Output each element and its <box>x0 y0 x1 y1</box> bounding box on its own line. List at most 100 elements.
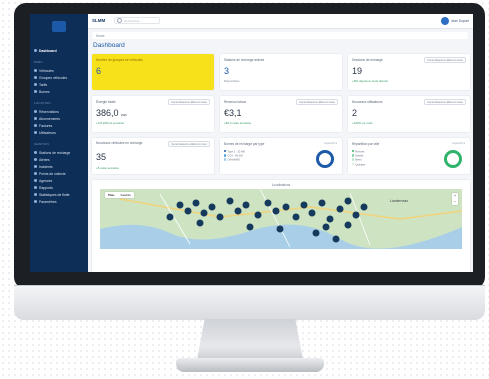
search-input[interactable]: Rechercher... <box>114 17 160 24</box>
sidebar-item-factures[interactable]: Factures <box>34 123 52 128</box>
card-vehicle-groups[interactable]: Nombre de groupes de véhicules 6 <box>92 54 214 90</box>
card-value: 386,0 kWh <box>96 108 127 118</box>
breadcrumb: Home <box>92 32 468 39</box>
card-subtext: Disponibles <box>224 79 240 83</box>
sidebar-item-statistiques[interactable]: Statistiques de flotte <box>34 192 70 197</box>
sidebar-item-groupes[interactable]: Groupes véhicules <box>34 75 67 80</box>
sidebar-item-alertes[interactable]: Alertes <box>34 157 50 162</box>
card-subtext: +3,8 kWh la semaine <box>96 121 125 125</box>
card-new-vehicles[interactable]: Nouveaux véhicules en recharge Cumul dep… <box>92 138 214 174</box>
map-zoom-control: + − <box>452 193 458 205</box>
car-icon <box>34 69 37 72</box>
gear-icon <box>34 200 37 203</box>
donut-legend: Rennes Nantes Brest Quimper <box>352 150 365 167</box>
card-subtext: +8% depuis le mois dernier <box>352 79 389 83</box>
card-active-stations[interactable]: Stations de recharge actives 3 Disponibl… <box>220 54 342 90</box>
monitor-chin <box>14 285 485 320</box>
monitor-screen: Dashboard PARC Véhicules Groupes véhicul… <box>30 14 473 272</box>
group-icon <box>34 76 37 79</box>
sidebar-item-vehicules[interactable]: Véhicules <box>34 68 54 73</box>
chart-icon <box>34 193 37 196</box>
bell-icon <box>34 158 37 161</box>
sidebar-item-reservations[interactable]: Réservations <box>34 109 59 114</box>
card-icon <box>34 117 37 120</box>
plug-icon <box>34 90 37 93</box>
card-subtext: +100% ce mois <box>352 121 373 125</box>
sidebar: Dashboard PARC Véhicules Groupes véhicul… <box>30 14 88 272</box>
sidebar-item-parametres[interactable]: Paramètres <box>34 199 57 204</box>
sidebar-section-location: LOCATION <box>34 101 51 105</box>
sidebar-item-abonnements[interactable]: Abonnements <box>34 116 60 121</box>
card-value: 19 <box>352 66 363 76</box>
top-bar: SLMM Rechercher... Jean Dupont <box>88 14 473 29</box>
card-subtext: +5 cette semaine <box>96 166 119 170</box>
brand-name: SLMM <box>92 18 106 23</box>
calendar-icon <box>34 110 37 113</box>
card-label: Revenus totaux <box>224 100 247 104</box>
donut-chart <box>316 150 334 168</box>
energy-value: 386,0 <box>96 108 119 118</box>
sidebar-item-rapports[interactable]: Rapports <box>34 185 53 190</box>
donut-chart <box>444 150 462 168</box>
card-label: Sessions de recharge <box>352 58 383 62</box>
card-total-revenue[interactable]: Revenus totaux Cumul depuis le début du … <box>220 96 342 132</box>
building-icon <box>34 179 37 182</box>
search-icon <box>117 18 122 23</box>
location-map[interactable]: Plan Satellite Landerneau + − <box>100 189 462 249</box>
card-chargers-by-type[interactable]: Bornes de recharge par type Aujourd'hui … <box>220 138 342 174</box>
user-name: Jean Dupont <box>450 19 469 23</box>
card-new-users[interactable]: Nouveaux utilisateurs Cumul depuis le dé… <box>348 96 470 132</box>
map-title: Localisations <box>271 183 291 187</box>
sidebar-item-stations[interactable]: Stations de recharge <box>34 150 70 155</box>
card-value: 35 <box>96 152 107 162</box>
user-menu[interactable]: Jean Dupont <box>440 17 469 25</box>
sidebar-item-utilisateurs[interactable]: Utilisateurs <box>34 130 56 135</box>
card-subtext: +€0,4 cette semaine <box>224 121 252 125</box>
user-icon <box>34 131 37 134</box>
card-total-energy[interactable]: Énergie totale Cumul depuis le début du … <box>92 96 214 132</box>
card-tag: Aujourd'hui <box>324 142 337 145</box>
card-label: Bornes de recharge par type <box>224 142 265 146</box>
card-value: 2 <box>352 108 358 118</box>
period-select[interactable]: Cumul depuis le début du mois <box>424 57 466 63</box>
card-label: Nouveaux utilisateurs <box>352 100 383 104</box>
map-layer <box>100 189 462 249</box>
card-charging-sessions[interactable]: Sessions de recharge Cumul depuis le déb… <box>348 54 470 90</box>
card-value: 3 <box>224 66 230 76</box>
card-label: Nouveaux véhicules en recharge <box>96 141 143 145</box>
period-select[interactable]: Cumul depuis le début du mois <box>296 99 338 105</box>
period-select[interactable]: Cumul depuis le début du mois <box>424 99 466 105</box>
card-label: Énergie totale <box>96 100 116 104</box>
map-type-satellite-button[interactable]: Satellite <box>117 192 134 198</box>
sidebar-item-agences[interactable]: Agences <box>34 178 52 183</box>
map-city-label: Landerneau <box>390 199 409 203</box>
energy-unit: kWh <box>121 113 128 117</box>
search-placeholder: Rechercher... <box>124 18 142 23</box>
sidebar-section-parc: PARC <box>34 60 43 64</box>
bolt-icon <box>34 151 37 154</box>
sidebar-item-bornes[interactable]: Bornes <box>34 89 50 94</box>
period-select[interactable]: Cumul depuis le début du mois <box>168 99 210 105</box>
card-tag: Aujourd'hui <box>452 142 465 145</box>
sidebar-section-gestion: GESTION <box>34 142 49 146</box>
page-title: Dashboard <box>93 42 125 49</box>
sidebar-item-points-collecte[interactable]: Points de collecte <box>34 171 66 176</box>
invoice-icon <box>34 124 37 127</box>
map-type-plan-button[interactable]: Plan <box>105 192 117 198</box>
avatar[interactable] <box>440 17 449 25</box>
card-value: 6 <box>96 66 102 76</box>
map-card: Localisations Plan Satellite Landerneau … <box>92 180 470 272</box>
card-value: €3,1 <box>224 108 242 118</box>
card-label: Répartition par ville <box>352 142 380 146</box>
period-select[interactable]: Cumul depuis le début du mois <box>168 141 210 147</box>
app-logo[interactable] <box>52 21 66 32</box>
breadcrumb-home[interactable]: Home <box>96 34 105 38</box>
monitor-base <box>176 358 324 372</box>
zoom-out-button[interactable]: − <box>452 199 458 205</box>
sidebar-item-incidents[interactable]: Incidents <box>34 164 53 169</box>
sidebar-item-dashboard[interactable]: Dashboard <box>34 48 57 53</box>
map-type-toggle: Plan Satellite <box>105 192 135 198</box>
sidebar-item-tarifs[interactable]: Tarifs <box>34 82 47 87</box>
tag-icon <box>34 83 37 86</box>
card-by-city[interactable]: Répartition par ville Aujourd'hui Rennes… <box>348 138 470 174</box>
